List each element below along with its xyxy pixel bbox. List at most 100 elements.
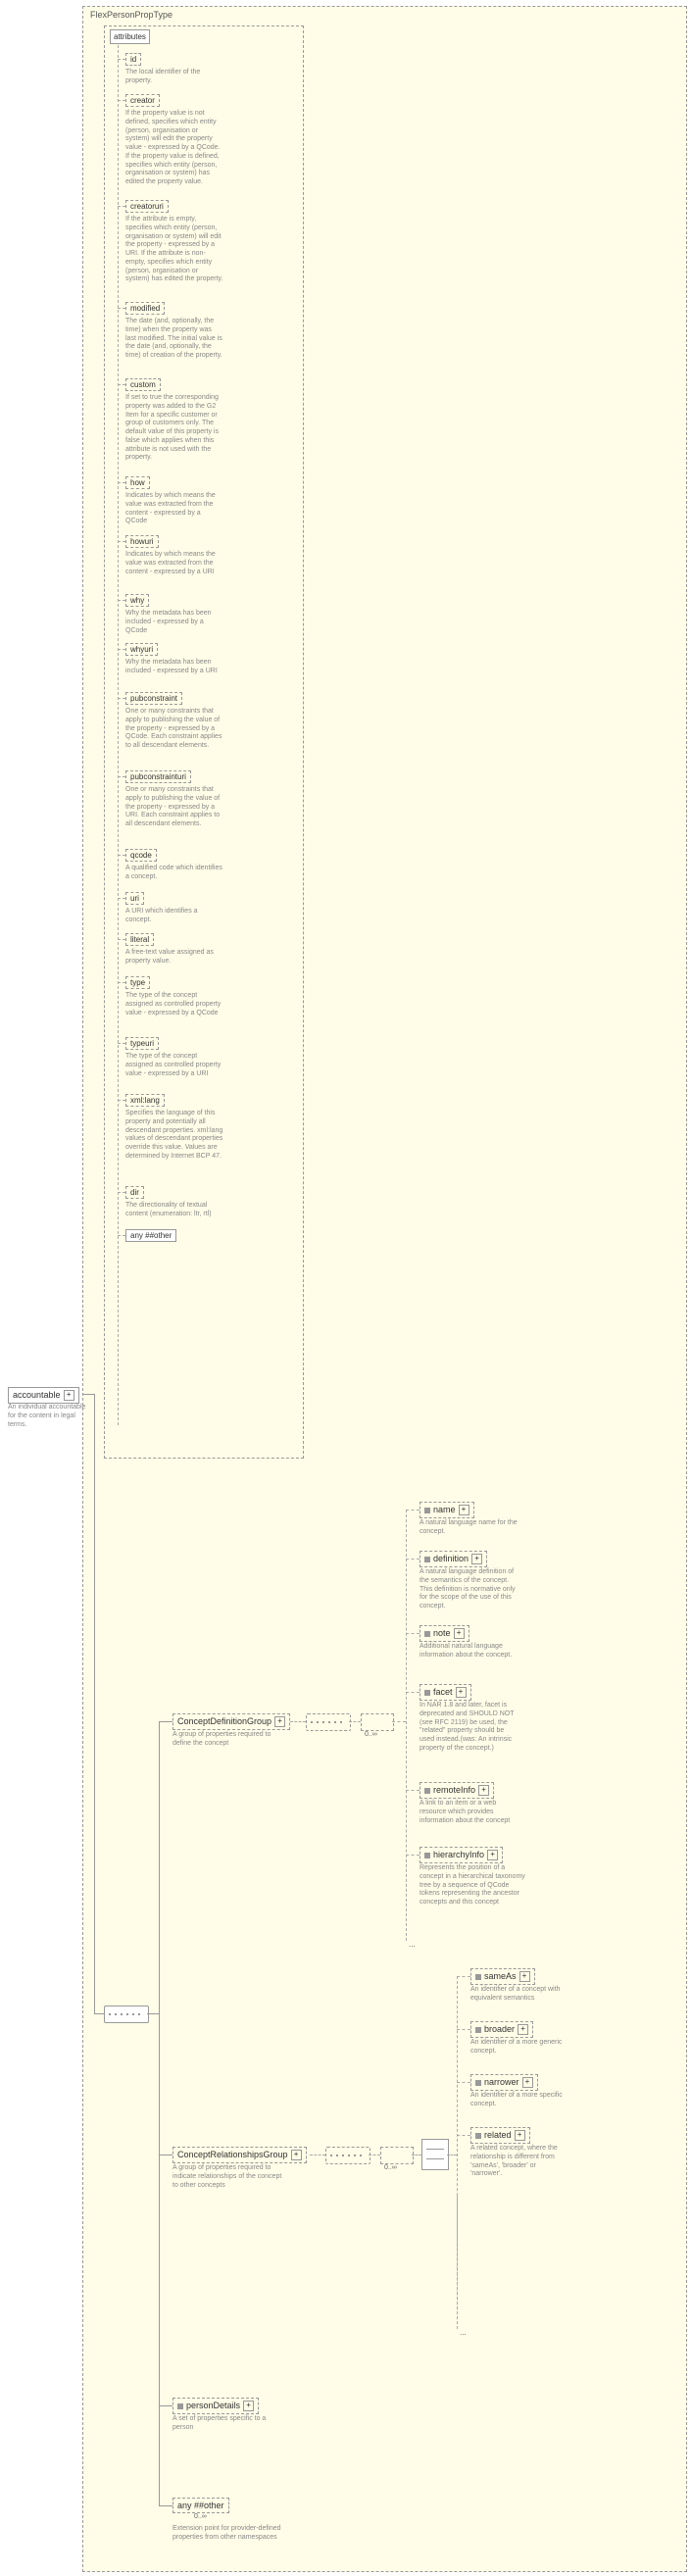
group-concept-definition[interactable]: ConceptDefinitionGroup+ [173, 1713, 290, 1730]
attr-pubconstraint-desc: One or many constraints that apply to pu… [125, 708, 223, 751]
expand-icon[interactable]: + [515, 2130, 525, 2141]
element-marker-icon [424, 1557, 430, 1562]
group-concept-relationships[interactable]: ConceptRelationshipsGroup+ [173, 2147, 307, 2163]
el-related[interactable]: related+ [470, 2127, 530, 2144]
attr-how[interactable]: how [125, 476, 150, 489]
el-facet[interactable]: facet+ [420, 1684, 471, 1701]
attr-creator[interactable]: creator [125, 94, 160, 107]
sequence-icon[interactable] [306, 1713, 351, 1731]
attr-id[interactable]: id [125, 53, 141, 66]
attr-custom[interactable]: custom [125, 378, 161, 391]
expand-icon[interactable]: + [478, 1785, 489, 1796]
expand-icon[interactable]: + [274, 1716, 285, 1727]
occurrence: 0..∞ [384, 2164, 397, 2171]
el-remoteinfo[interactable]: remoteInfo+ [420, 1782, 494, 1799]
attr-type[interactable]: type [125, 976, 150, 989]
attr-anyother[interactable]: any ##other [125, 1229, 176, 1242]
c [118, 206, 125, 207]
attr-dir[interactable]: dir [125, 1186, 144, 1199]
c [457, 2135, 470, 2136]
c [457, 2196, 458, 2329]
expand-icon[interactable]: + [487, 1850, 498, 1860]
group-defn-desc: A group of properties required to define… [173, 1731, 285, 1749]
element-marker-icon [424, 1788, 430, 1794]
expand-icon[interactable]: + [522, 2077, 533, 2088]
c [118, 384, 125, 385]
expand-icon[interactable]: + [471, 1554, 482, 1564]
attributes-label: attributes [110, 29, 150, 44]
el-definition[interactable]: definition+ [420, 1551, 487, 1567]
root-desc: An individual accountable for the conten… [8, 1404, 94, 1429]
attr-xmllang-desc: Specifies the language of this property … [125, 1110, 223, 1162]
attr-typeuri[interactable]: typeuri [125, 1037, 159, 1050]
c [118, 600, 125, 601]
c [457, 1976, 470, 1977]
el-persondetails[interactable]: personDetails+ [173, 2398, 259, 2414]
c [118, 1100, 125, 1101]
c [406, 1790, 420, 1791]
expand-icon[interactable]: + [291, 2150, 302, 2160]
element-marker-icon [475, 2080, 481, 2086]
attr-pubconstrainturi-desc: One or many constraints that apply to pu… [125, 786, 223, 829]
c [118, 1043, 125, 1044]
expand-icon[interactable]: + [518, 2024, 528, 2035]
attr-dir-desc: The directionality of textual content (e… [125, 1202, 223, 1219]
element-marker-icon [424, 1690, 430, 1696]
el-note[interactable]: note+ [420, 1625, 469, 1642]
el-sameas[interactable]: sameAs+ [470, 1968, 535, 1985]
c [94, 2013, 104, 2014]
attr-creatoruri[interactable]: creatoruri [125, 200, 169, 213]
c [406, 1559, 420, 1560]
el-persondetails-desc: A set of properties specific to a person [173, 2415, 285, 2433]
attr-custom-desc: If set to true the corresponding propert… [125, 394, 223, 463]
choice-icon[interactable] [361, 1713, 394, 1731]
el-anyother-desc: Extension point for provider-defined pro… [173, 2525, 285, 2543]
el-hierarchyinfo[interactable]: hierarchyInfo+ [420, 1847, 503, 1863]
expand-icon[interactable]: + [519, 1971, 530, 1982]
attr-literal[interactable]: literal [125, 933, 154, 946]
sequence-icon[interactable] [104, 2006, 149, 2023]
sequence-icon[interactable] [325, 2147, 370, 2164]
element-marker-icon [177, 2403, 183, 2409]
el-narrower[interactable]: narrower+ [470, 2074, 538, 2091]
attr-howuri[interactable]: howuri [125, 535, 159, 548]
c [118, 898, 125, 899]
attr-spine [118, 45, 119, 1425]
c [406, 1855, 407, 1941]
expand-icon[interactable]: + [243, 2401, 254, 2411]
attr-id-desc: The local identifier of the property. [125, 69, 223, 86]
diagram-canvas: FlexPersonPropType accountable+ An indiv… [0, 0, 691, 2576]
attr-uri[interactable]: uri [125, 892, 144, 905]
c [457, 2029, 470, 2030]
attr-modified[interactable]: modified [125, 302, 165, 315]
attr-whyuri[interactable]: whyuri [125, 643, 158, 656]
attr-xmllang[interactable]: xml:lang [125, 1094, 165, 1107]
el-related-desc: A related concept, where the relationshi… [470, 2145, 568, 2179]
root-element[interactable]: accountable+ [8, 1387, 79, 1404]
attr-pubconstraint[interactable]: pubconstraint [125, 692, 182, 705]
attr-qcode-desc: A qualified code which identifies a conc… [125, 865, 223, 882]
expand-icon[interactable]: + [456, 1687, 467, 1698]
expand-icon[interactable]: + [454, 1628, 465, 1639]
occurrence: 0..∞ [365, 1731, 377, 1738]
attr-pubconstrainturi[interactable]: pubconstrainturi [125, 770, 191, 783]
attr-how-desc: Indicates by which means the value was e… [125, 492, 223, 526]
el-note-desc: Additional natural language information … [420, 1643, 518, 1660]
el-name[interactable]: name+ [420, 1502, 474, 1518]
choice-icon[interactable] [380, 2147, 414, 2164]
c [118, 776, 125, 777]
attr-howuri-desc: Indicates by which means the value was e… [125, 551, 223, 576]
el-broader[interactable]: broader+ [470, 2021, 533, 2038]
expand-icon[interactable]: + [64, 1390, 74, 1401]
attr-qcode[interactable]: qcode [125, 849, 157, 862]
element-marker-icon [424, 1508, 430, 1513]
c [118, 100, 125, 101]
switch-icon[interactable] [421, 2139, 449, 2170]
el-anyother[interactable]: any ##other [173, 2498, 229, 2513]
expand-icon[interactable]: + [459, 1505, 469, 1515]
element-marker-icon [475, 1974, 481, 1980]
attr-why[interactable]: why [125, 594, 149, 607]
c [118, 59, 125, 60]
c [159, 1721, 160, 2505]
el-remoteinfo-desc: A link to an item or a web resource whic… [420, 1800, 518, 1825]
